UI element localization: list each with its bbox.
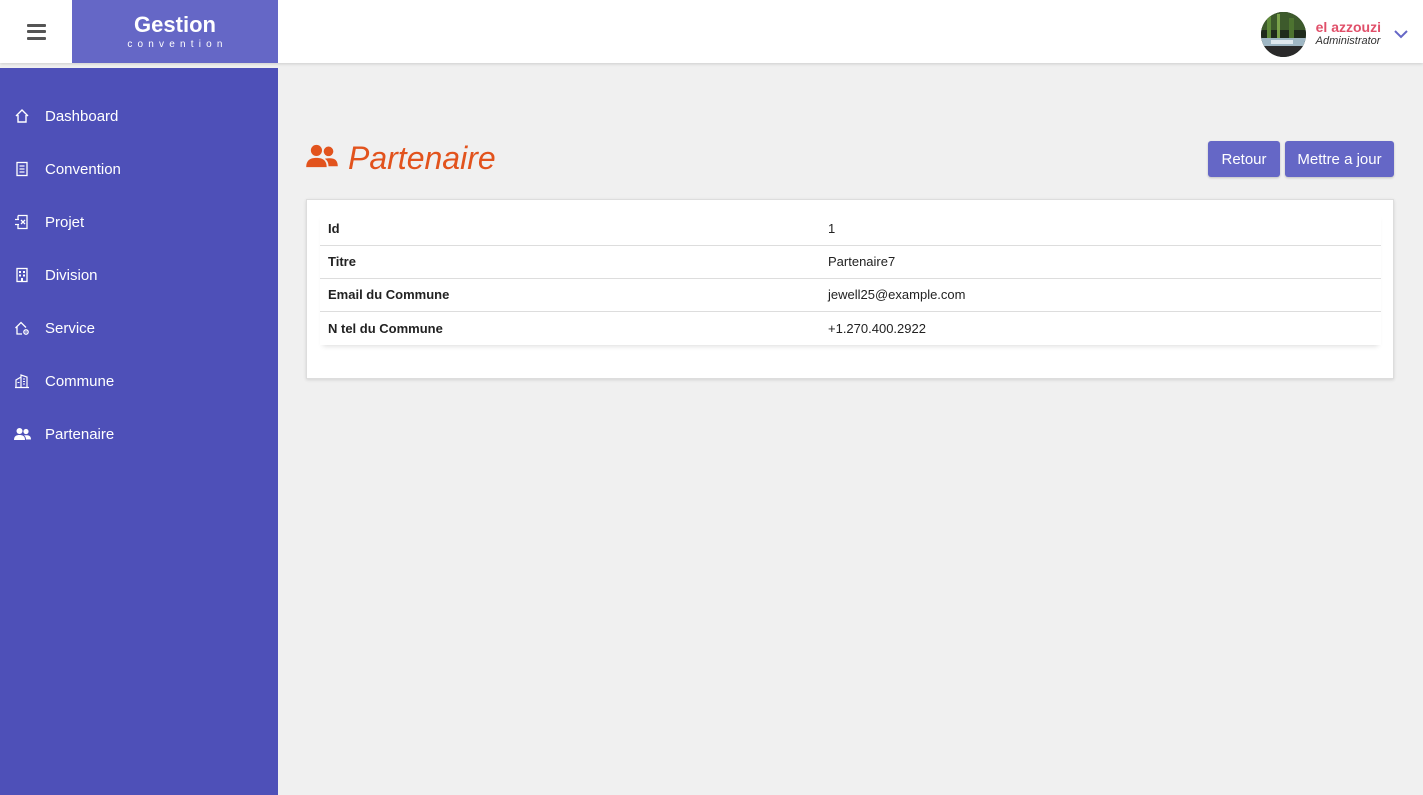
sidebar-item-label: Projet (45, 213, 85, 231)
chevron-down-icon[interactable] (1393, 26, 1409, 42)
brand-title: Gestion (134, 12, 216, 37)
sidebar-item-partenaire[interactable]: Partenaire (0, 414, 278, 454)
sidebar-item-label: Partenaire (45, 425, 115, 443)
page-header: Partenaire (306, 140, 496, 177)
sidebar-item-label: Convention (45, 160, 121, 178)
hamburger-icon (26, 23, 46, 40)
top-bar: Gestion convention el azzouzi Administra… (0, 0, 1423, 63)
field-value: jewell25@example.com (820, 278, 1381, 312)
field-value: 1 (820, 212, 1381, 246)
table-row: Id 1 (320, 212, 1381, 246)
page-title: Partenaire (348, 140, 496, 176)
city-icon (13, 372, 31, 390)
update-button[interactable]: Mettre a jour (1285, 141, 1394, 177)
table-row: N tel du Commune +1.270.400.2922 (320, 311, 1381, 345)
sidebar: Dashboard Convention Projet Division Ser… (0, 68, 278, 795)
avatar (1260, 11, 1306, 57)
field-label: Id (320, 212, 820, 246)
sidebar-item-projet[interactable]: Projet (0, 202, 278, 242)
sidebar-item-division[interactable]: Division (0, 255, 278, 295)
field-label: Titre (320, 245, 820, 279)
sidebar-item-label: Division (45, 266, 98, 284)
sidebar-item-dashboard[interactable]: Dashboard (0, 96, 278, 136)
brand-logo[interactable]: Gestion convention (72, 0, 278, 63)
details-card: Id 1 Titre Partenaire7 Email du Commune … (306, 199, 1394, 379)
user-role: Administrator (1315, 35, 1381, 47)
sidebar-item-label: Commune (45, 372, 115, 390)
users-icon (13, 425, 31, 443)
home-gear-icon (13, 319, 31, 337)
users-icon (306, 143, 338, 174)
home-icon (13, 107, 31, 125)
table-row: Titre Partenaire7 (320, 245, 1381, 279)
field-label: Email du Commune (320, 278, 820, 312)
project-icon (13, 213, 31, 231)
user-menu[interactable]: el azzouzi Administrator (1260, 11, 1409, 57)
menu-toggle-button[interactable] (0, 0, 72, 63)
sidebar-item-label: Dashboard (45, 107, 119, 125)
sidebar-item-commune[interactable]: Commune (0, 361, 278, 401)
field-value: +1.270.400.2922 (828, 320, 926, 336)
field-value: Partenaire7 (820, 245, 1381, 279)
sidebar-item-service[interactable]: Service (0, 308, 278, 348)
sidebar-item-label: Service (45, 319, 96, 337)
table-row: Email du Commune jewell25@example.com (320, 278, 1381, 312)
building-icon (13, 266, 31, 284)
user-name: el azzouzi (1315, 19, 1381, 35)
field-label: N tel du Commune (328, 320, 443, 336)
details-table: Id 1 Titre Partenaire7 Email du Commune … (320, 212, 1381, 345)
back-button[interactable]: Retour (1208, 141, 1280, 177)
user-info: el azzouzi Administrator (1316, 20, 1381, 48)
sidebar-item-convention[interactable]: Convention (0, 149, 278, 189)
document-icon (13, 160, 31, 178)
brand-subtitle: convention (127, 39, 228, 50)
